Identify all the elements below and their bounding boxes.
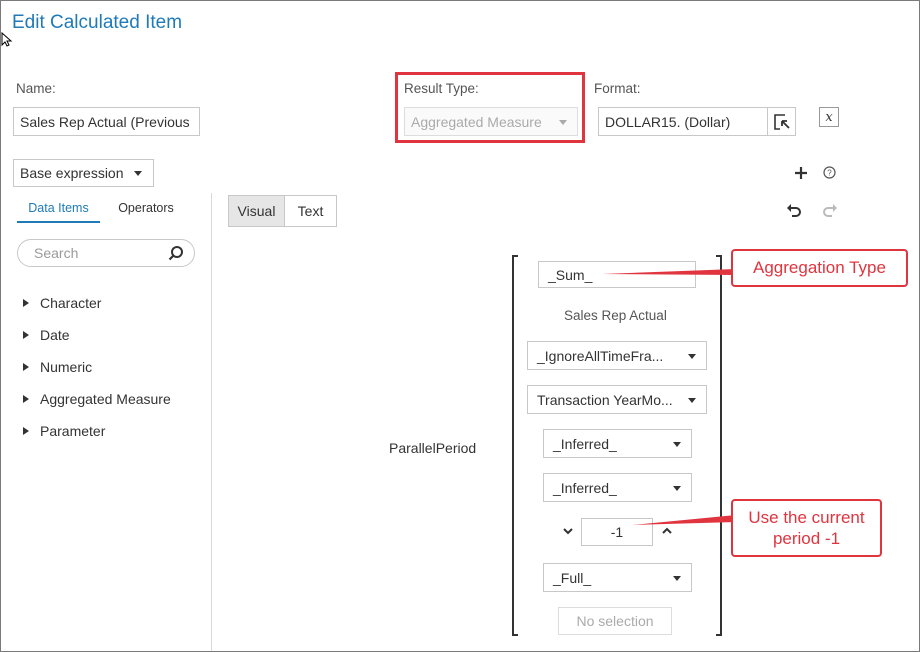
format-label: Format: — [594, 81, 641, 96]
bracket-left-line — [512, 255, 514, 636]
name-input[interactable]: Sales Rep Actual (Previous — [13, 107, 200, 136]
chevron-down-icon — [134, 171, 142, 176]
view-toggle-visual[interactable]: Visual — [228, 195, 285, 227]
chevron-down-icon — [673, 442, 681, 447]
interval2-value: _Inferred_ — [553, 479, 617, 496]
tree-item-aggregated-measure[interactable]: Aggregated Measure — [23, 391, 171, 407]
callout-current-period: Use the current period -1 — [731, 499, 882, 557]
offset-value: -1 — [610, 524, 624, 540]
bracket-left-top — [512, 255, 518, 257]
dialog-title: Edit Calculated Item — [12, 12, 183, 33]
expand-triangle-icon — [23, 363, 29, 371]
search-placeholder: Search — [34, 245, 79, 261]
time-frame-select[interactable]: _IgnoreAllTimeFra... — [527, 341, 707, 370]
interval1-select[interactable]: _Inferred_ — [543, 429, 692, 458]
plus-icon[interactable] — [793, 165, 809, 181]
function-x-icon[interactable]: x — [819, 107, 839, 127]
panel-divider — [211, 193, 212, 651]
name-input-value: Sales Rep Actual (Previous — [20, 113, 190, 130]
expand-triangle-icon — [23, 299, 29, 307]
chevron-down-icon — [559, 120, 567, 125]
tree-item-date[interactable]: Date — [23, 327, 70, 343]
format-value: DOLLAR15. (Dollar) — [605, 113, 731, 130]
interval1-value: _Inferred_ — [553, 435, 617, 452]
result-type-label: Result Type: — [404, 81, 479, 96]
search-icon[interactable] — [168, 245, 184, 261]
expand-triangle-icon — [23, 395, 29, 403]
tree-item-label: Aggregated Measure — [40, 391, 171, 407]
interval2-select[interactable]: _Inferred_ — [543, 473, 692, 502]
redo-icon — [823, 204, 837, 217]
tree-item-numeric[interactable]: Numeric — [23, 359, 92, 375]
format-input[interactable]: DOLLAR15. (Dollar) — [598, 107, 768, 136]
expand-triangle-icon — [23, 331, 29, 339]
help-icon[interactable]: ? — [823, 166, 836, 179]
tab-data-items[interactable]: Data Items — [17, 201, 100, 223]
callout-aggregation-type: Aggregation Type — [731, 249, 908, 287]
move-cursor-icon — [1, 31, 13, 47]
period-select[interactable]: _Full_ — [543, 563, 692, 592]
tree-item-label: Character — [40, 295, 102, 311]
result-type-select[interactable]: Aggregated Measure — [404, 107, 578, 136]
chevron-down-icon[interactable] — [562, 527, 574, 535]
name-label: Name: — [16, 81, 56, 96]
result-type-value: Aggregated Measure — [411, 113, 542, 130]
period-value: _Full_ — [553, 569, 592, 586]
chevron-down-icon — [673, 576, 681, 581]
function-name-label: ParallelPeriod — [389, 440, 477, 456]
offset-callout-arrow — [632, 515, 736, 525]
tree-item-label: Parameter — [40, 423, 106, 439]
chevron-down-icon — [688, 398, 696, 403]
aggregation-callout-arrow — [602, 269, 736, 275]
format-picker-button[interactable] — [767, 107, 796, 136]
chevron-down-icon — [673, 486, 681, 491]
chevron-down-icon — [688, 354, 696, 359]
tree-item-label: Numeric — [40, 359, 93, 375]
bracket-right-top — [716, 255, 722, 257]
format-picker-icon — [773, 113, 790, 130]
bracket-right-bottom — [716, 634, 722, 636]
bracket-right-line — [720, 255, 722, 636]
measure-label: Sales Rep Actual — [564, 308, 667, 323]
svg-text:?: ? — [827, 169, 832, 178]
aggregation-value: _Sum_ — [548, 266, 593, 283]
tree-item-label: Date — [40, 327, 70, 343]
date-item-select[interactable]: Transaction YearMo... — [527, 385, 707, 414]
bracket-left-bottom — [512, 634, 518, 636]
undo-icon[interactable] — [786, 203, 802, 217]
date-item-value: Transaction YearMo... — [537, 391, 673, 408]
expand-triangle-icon — [23, 427, 29, 435]
expression-mode-value: Base expression — [20, 165, 124, 181]
tree-item-character[interactable]: Character — [23, 295, 101, 311]
tab-operators[interactable]: Operators — [110, 201, 182, 215]
view-toggle-text[interactable]: Text — [284, 195, 337, 227]
tree-item-parameter[interactable]: Parameter — [23, 423, 105, 439]
no-selection-slot[interactable]: No selection — [558, 607, 672, 635]
expression-mode-select[interactable]: Base expression — [13, 159, 154, 187]
time-frame-value: _IgnoreAllTimeFra... — [537, 347, 664, 364]
